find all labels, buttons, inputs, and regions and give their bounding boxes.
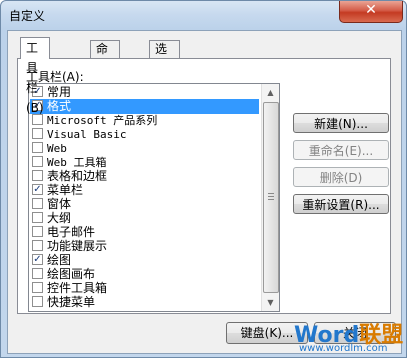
checkbox[interactable]: [32, 268, 43, 279]
toolbar-item-label: Web 工具箱: [47, 156, 107, 169]
toolbar-list-item[interactable]: 表格和边框: [30, 169, 259, 184]
toolbar-item-label: 功能键展示: [47, 239, 108, 253]
scroll-thumb[interactable]: [263, 102, 279, 293]
tab-options[interactable]: 选项(O): [149, 40, 180, 90]
toolbar-list-item[interactable]: Web 工具箱: [30, 155, 259, 170]
delete-toolbar-button[interactable]: 删除(D): [293, 167, 389, 187]
new-toolbar-button[interactable]: 新建(N)...: [293, 113, 389, 133]
toolbar-list-item[interactable]: 大纲: [30, 211, 259, 226]
checkbox[interactable]: [32, 142, 43, 153]
toolbar-list-item[interactable]: Microsoft 产品系列: [30, 113, 259, 128]
scroll-down-arrow-icon[interactable]: ▼: [262, 294, 279, 311]
scroll-up-arrow-icon[interactable]: ▲: [262, 84, 279, 101]
toolbar-item-label: 电子邮件: [47, 225, 96, 239]
toolbar-item-label: 表格和边框: [47, 169, 108, 183]
toolbar-list-item[interactable]: 窗体: [30, 197, 259, 212]
thumb-grip-line: [268, 196, 274, 197]
toolbar-item-label: 快捷菜单: [47, 295, 96, 309]
toolbar-list-item[interactable]: ✓常用: [30, 85, 259, 100]
toolbar-item-label: 常用: [47, 85, 72, 99]
checked-checkbox[interactable]: ✓: [32, 254, 43, 265]
toolbar-item-label: Web: [47, 142, 67, 155]
toolbar-item-label: Visual Basic: [47, 128, 127, 141]
listbox-scrollbar[interactable]: ▲ ▼: [261, 84, 279, 311]
thumb-grip-line: [268, 199, 274, 200]
checkbox[interactable]: [32, 128, 43, 139]
watermark-url: www.wordlm.com: [299, 343, 388, 354]
toolbar-list-item[interactable]: 快捷菜单: [30, 295, 259, 310]
checkbox[interactable]: [32, 240, 43, 251]
checkbox[interactable]: [32, 226, 43, 237]
toolbar-item-label: 绘图: [47, 253, 72, 267]
dialog-title: 自定义: [9, 9, 46, 23]
toolbar-item-label: 大纲: [47, 211, 72, 225]
toolbar-item-label: 菜单栏: [47, 183, 84, 197]
toolbar-list-item[interactable]: 绘图画布: [30, 267, 259, 282]
checkbox[interactable]: [32, 296, 43, 307]
toolbar-item-label: 窗体: [47, 197, 72, 211]
toolbar-item-label: 绘图画布: [47, 267, 96, 281]
toolbars-listbox[interactable]: 快捷菜单 控件工具箱 绘图画布 ✓ 绘图 功能键展示 电子邮件 大纲 窗体 ✓ 菜单栏 表格和边框 We…: [28, 83, 280, 312]
rename-toolbar-button[interactable]: 重命名(E)...: [293, 140, 389, 160]
close-icon: ✕: [365, 2, 377, 18]
toolbar-list-item[interactable]: ✓ 菜单栏: [30, 183, 259, 198]
checkbox[interactable]: [32, 156, 43, 167]
toolbar-list-item[interactable]: Visual Basic: [30, 127, 259, 142]
checkbox[interactable]: [32, 212, 43, 223]
toolbar-item-label: Microsoft 产品系列: [47, 114, 158, 127]
toolbar-item-label: 控件工具箱: [47, 281, 108, 295]
thumb-grip-line: [268, 193, 274, 194]
toolbar-list-item[interactable]: 控件工具箱: [30, 281, 259, 296]
toolbar-item-label: 格式: [47, 99, 72, 113]
tab-commands[interactable]: 命令(C): [90, 40, 120, 90]
checkbox[interactable]: [32, 282, 43, 293]
toolbar-list-item[interactable]: 功能键展示: [30, 239, 259, 254]
reset-toolbar-button[interactable]: 重新设置(R)...: [293, 194, 389, 214]
checkbox[interactable]: [32, 198, 43, 209]
checkbox[interactable]: [32, 170, 43, 181]
close-window-button[interactable]: ✕: [339, 1, 403, 23]
toolbar-list-item[interactable]: ✓格式: [30, 99, 259, 114]
checked-checkbox[interactable]: ✓: [32, 184, 43, 195]
toolbar-list-item[interactable]: Web: [30, 141, 259, 156]
dialog-body: 工具栏(B) 命令(C) 选项(O) 工具栏(A): 快捷菜单控件工具箱绘图画布…: [7, 30, 402, 354]
customize-dialog: 自定义 ✕ 工具栏(B) 命令(C) 选项(O) 工具栏(A): 快捷菜单控件工…: [0, 0, 407, 358]
toolbar-list-item[interactable]: 电子邮件: [30, 225, 259, 240]
toolbars-panel: 工具栏(A): 快捷菜单 控件工具箱 绘图画布 ✓ 绘图 功能键展示 电子邮件 大纲 窗体 ✓ 菜单…: [17, 58, 391, 314]
tab-toolbars[interactable]: 工具栏(B): [20, 37, 50, 115]
toolbar-list-item[interactable]: ✓ 绘图: [30, 253, 259, 268]
